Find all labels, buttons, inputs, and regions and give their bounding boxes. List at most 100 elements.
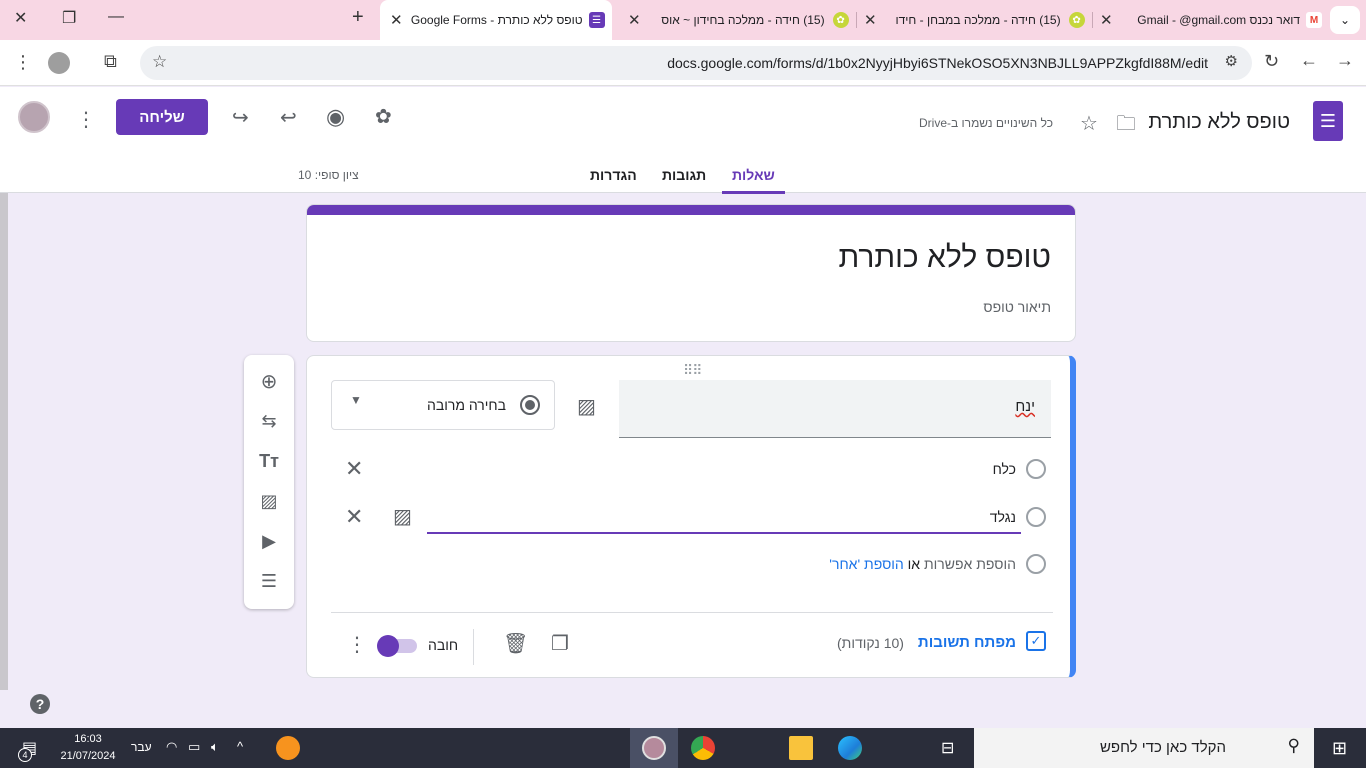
send-button[interactable]: שליחה [116,99,208,135]
undo-icon[interactable]: ↩ [280,105,297,130]
customize-theme-palette-icon[interactable]: ✿ [375,104,392,129]
taskbar-active-app[interactable] [630,728,678,768]
option-image-icon[interactable]: ▨ [393,504,412,529]
tab-puzzle-1[interactable]: ✕ (15) חידה - ממלכה במבחן - חידו ✿ [862,0,1088,40]
chrome-icon[interactable] [691,736,715,760]
points-label: (10 נקודות) [837,635,904,651]
taskbar-app-orange[interactable] [276,736,300,760]
required-toggle-knob[interactable] [377,635,399,657]
close-tab-icon[interactable]: ✕ [1100,11,1113,29]
move-folder-icon[interactable]: 🗀 [1116,109,1136,143]
add-other-link[interactable]: הוספת 'אחר' [829,556,903,572]
taskbar-search[interactable]: הקלד כאן כדי לחפש ⚲ [974,728,1314,768]
profile-avatar[interactable] [48,52,70,74]
star-icon[interactable]: ☆ [1080,111,1098,136]
add-option-link[interactable]: הוספת אפשרות [924,556,1016,572]
option-label[interactable]: כלח [993,461,1016,477]
option-label[interactable]: נגלד [990,509,1016,525]
form-title-card[interactable]: טופס ללא כותרת תיאור טופס [306,204,1076,342]
redo-icon[interactable]: ↪ [232,105,249,130]
wifi-icon[interactable]: ◠ [166,739,177,755]
add-video-icon[interactable]: ▶ [257,529,281,553]
remove-option-icon[interactable]: ✕ [345,504,363,530]
drag-handle-icon[interactable]: ⠿⠿ [683,362,702,379]
task-view-icon[interactable]: ⊟ [941,738,954,758]
radio-button-icon [520,395,540,415]
remove-option-icon[interactable]: ✕ [345,456,363,482]
extensions-icon[interactable]: ⧉ [104,51,117,72]
battery-icon[interactable]: ▭ [188,739,200,755]
edge-icon[interactable] [838,736,862,760]
address-bar[interactable]: ☆ docs.google.com/forms/d/1b0x2NyyjHbyi6… [140,46,1252,80]
form-description[interactable]: תיאור טופס [983,299,1051,315]
tab-responses[interactable]: תגובות [652,159,716,191]
answer-key-icon[interactable]: ✓ [1026,631,1046,651]
clock-time: 16:03 [74,733,102,745]
tab-questions[interactable]: שאלות [722,159,785,194]
chevron-up-icon[interactable]: ^ [237,739,243,754]
forward-icon[interactable]: ← [1300,50,1318,71]
taskbar-clock[interactable]: 16:03 21/07/2024 [58,731,118,765]
tab-search-button[interactable]: ⌄ [1330,6,1360,34]
question-type-dropdown[interactable]: בחירה מרובה ▼ [331,380,555,430]
help-icon[interactable]: ? [30,694,50,714]
close-tab-icon[interactable]: ✕ [628,11,641,29]
option-radio [1026,459,1046,479]
gmail-icon: M [1306,12,1322,28]
file-explorer-icon[interactable] [789,736,813,760]
clock-date: 21/07/2024 [60,750,116,762]
back-icon[interactable]: → [1336,50,1354,71]
tab-label: טופס ללא כותרת - Google Forms [410,13,583,27]
windows-start-icon[interactable]: ⊞ [1332,738,1347,759]
add-section-icon[interactable]: ☰ [257,569,281,593]
question-type-label: בחירה מרובה [426,397,506,413]
browser-toolbar: ⋮ ⧉ ☆ docs.google.com/forms/d/1b0x2NyyjH… [0,40,1366,86]
minimize-window-icon[interactable]: — [108,8,124,26]
add-question-icon[interactable]: ⊕ [257,369,281,393]
question-toolbar: ⊕ ⇆ Tт ▨ ▶ ☰ [244,355,294,609]
answer-key-button[interactable]: מפתח תשובות [918,634,1016,651]
duplicate-icon[interactable]: ❐ [551,631,569,656]
question-image-icon[interactable]: ▨ [577,394,596,419]
form-title[interactable]: טופס ללא כותרת [839,241,1051,275]
add-image-icon[interactable]: ▨ [257,489,281,513]
delete-trash-icon[interactable]: 🗑 [503,631,528,656]
bookmark-star-icon[interactable]: ☆ [152,52,167,72]
title-card-accent [307,205,1075,215]
volume-icon[interactable]: 🔈︎ [211,739,219,755]
footer-divider [331,612,1053,613]
tab-gmail[interactable]: ✕ דואר נכנס Gmail - ‎@gmail.com M [1098,0,1322,40]
chrome-profile-icon [642,736,666,760]
saved-status: כל השינויים נשמרו ב-Drive [919,116,1053,130]
question-text-field[interactable]: ינח [619,380,1051,438]
option-radio [1026,554,1046,574]
browser-menu-icon[interactable]: ⋮ [14,52,32,73]
restore-window-icon[interactable]: ❐ [62,8,76,28]
language-indicator[interactable]: עבר [131,740,152,754]
page-scrollbar[interactable] [0,193,8,690]
new-tab-icon[interactable]: + [352,6,364,29]
chevron-down-icon: ⌄ [1339,13,1351,27]
preview-eye-icon[interactable]: ◉ [326,104,345,130]
forms-header: ⋮ שליחה ↪ ↩ ◉ ✿ כל השינויים נשמרו ב-Driv… [0,87,1366,194]
more-options-icon[interactable]: ⋮ [76,107,96,132]
doc-title[interactable]: טופס ללא כותרת [1148,111,1290,134]
tab-settings[interactable]: הגדרות [580,159,647,191]
import-questions-icon[interactable]: ⇆ [257,409,281,433]
forms-logo-icon[interactable]: ☰ [1313,101,1343,141]
site-settings-icon[interactable]: ⚙ [1225,52,1238,70]
close-tab-icon[interactable]: ✕ [390,11,403,29]
tab-puzzle-2[interactable]: ✕ (15) חידה - ממלכה בחידון ~ אוס ✿ [626,0,852,40]
forms-icon: ☰ [588,12,605,28]
reload-icon[interactable]: ↻ [1264,51,1279,72]
account-avatar[interactable] [18,101,50,133]
tab-google-forms[interactable]: ✕ טופס ללא כותרת - Google Forms ☰ [380,0,612,40]
more-options-icon[interactable]: ⋮ [347,632,367,657]
question-card[interactable]: ⠿⠿ ינח ▨ בחירה מרובה ▼ כלח ✕ נגלד ▨ ✕ הו… [306,355,1076,678]
url-text: docs.google.com/forms/d/1b0x2NyyjHbyi6ST… [667,55,1208,71]
option-radio [1026,507,1046,527]
close-tab-icon[interactable]: ✕ [864,11,877,29]
add-title-icon[interactable]: Tт [257,449,281,473]
close-window-icon[interactable]: ✕ [14,8,27,28]
puzzle-icon: ✿ [832,12,849,28]
